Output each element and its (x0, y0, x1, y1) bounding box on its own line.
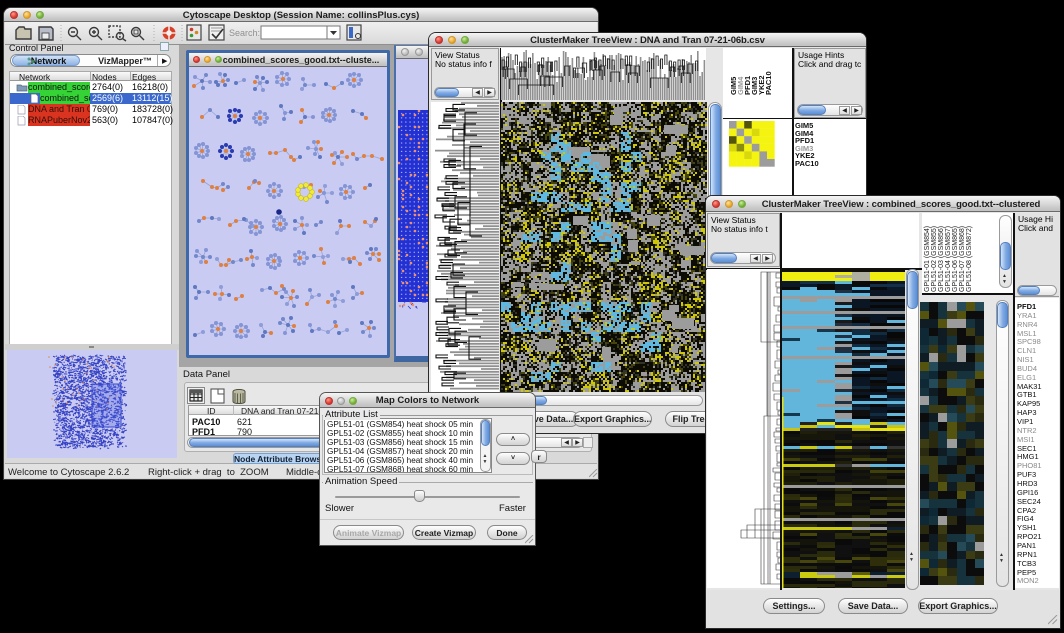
svg-text:Search:: Search: (229, 28, 260, 38)
